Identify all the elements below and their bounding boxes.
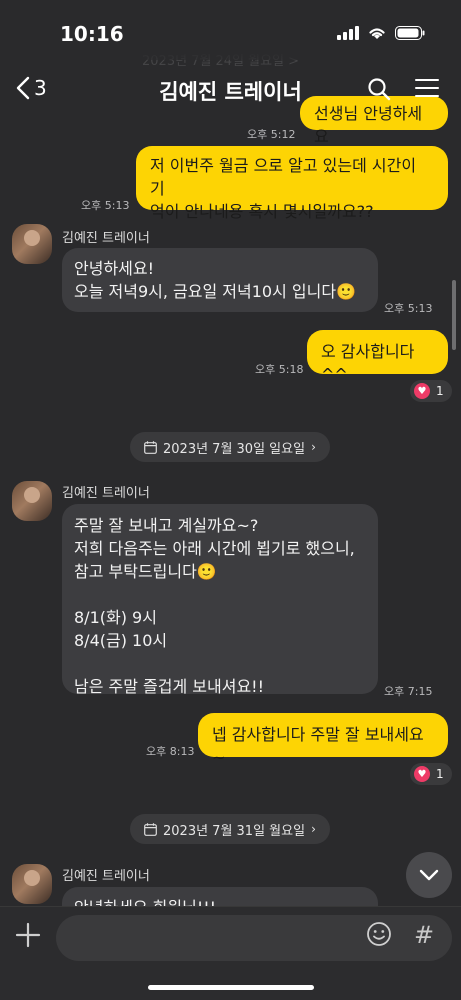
date-label: 2023년 7월 31일 월요일 bbox=[163, 823, 306, 839]
avatar[interactable] bbox=[12, 224, 52, 264]
message-time: 오후 5:18 bbox=[255, 363, 304, 376]
emoji-icon[interactable] bbox=[366, 921, 392, 947]
their-message-bubble[interactable]: 안녕하세요 회원님!!! bbox=[62, 887, 378, 906]
chat-header: 3 김예진 트레이너 bbox=[0, 60, 461, 118]
home-indicator bbox=[148, 985, 314, 990]
message-time: 오후 5:13 bbox=[384, 302, 433, 315]
date-divider[interactable]: 2023년 7월 30일 일요일 › bbox=[130, 432, 330, 462]
chevron-right-icon: › bbox=[311, 822, 316, 836]
sender-name: 김예진 트레이너 bbox=[62, 869, 150, 884]
status-bar: 10:16 bbox=[0, 0, 461, 60]
heart-icon: ♥ bbox=[414, 766, 430, 782]
my-message-bubble[interactable]: 넵 감사합니다 주말 잘 보내세요~ bbox=[198, 713, 448, 767]
status-time: 10:16 bbox=[60, 22, 124, 46]
their-message-bubble[interactable]: 주말 잘 보내고 계실까요~? 저희 다음주는 아래 시간에 뵙기로 했으니, … bbox=[62, 504, 378, 696]
message-input[interactable] bbox=[56, 915, 452, 961]
chevron-down-icon bbox=[419, 869, 439, 881]
battery-icon bbox=[395, 26, 425, 40]
message-text: 오 감사합니다^^ bbox=[321, 342, 415, 384]
calendar-icon bbox=[144, 440, 157, 454]
hamburger-menu-icon[interactable] bbox=[415, 79, 439, 97]
date-divider[interactable]: 2023년 7월 31일 월요일 › bbox=[130, 814, 330, 844]
hash-icon[interactable]: # bbox=[414, 921, 434, 949]
avatar[interactable] bbox=[12, 481, 52, 521]
reaction-count: 1 bbox=[436, 384, 444, 398]
message-text: 저 이번주 월금 으로 알고 있는데 시간이 기 억이 안나네용 혹시 몇시일까… bbox=[150, 156, 417, 221]
message-text: 주말 잘 보내고 계실까요~? 저희 다음주는 아래 시간에 뵙기로 했으니, … bbox=[74, 516, 355, 696]
my-message-bubble[interactable]: 오 감사합니다^^ bbox=[307, 330, 448, 384]
my-message-bubble[interactable]: 저 이번주 월금 으로 알고 있는데 시간이 기 억이 안나네용 혹시 몇시일까… bbox=[136, 146, 448, 221]
message-time: 오후 7:15 bbox=[384, 685, 433, 698]
avatar[interactable] bbox=[12, 864, 52, 904]
chevron-right-icon: › bbox=[311, 440, 316, 454]
sender-name: 김예진 트레이너 bbox=[62, 486, 150, 501]
reaction-badge[interactable]: ♥ 1 bbox=[410, 380, 452, 402]
message-text: 안녕하세요 회원님!!! bbox=[74, 898, 216, 906]
message-time: 오후 5:12 bbox=[247, 128, 296, 141]
scrollbar[interactable] bbox=[452, 280, 456, 350]
message-time: 오후 5:13 bbox=[81, 199, 130, 212]
their-message-bubble[interactable]: 안녕하세요! 오늘 저녁9시, 금요일 저녁10시 입니다🙂 bbox=[62, 248, 378, 312]
cellular-signal-icon bbox=[337, 26, 359, 40]
chat-title: 김예진 트레이너 bbox=[159, 80, 302, 104]
scroll-to-bottom-button[interactable] bbox=[406, 852, 452, 898]
plus-icon[interactable] bbox=[14, 921, 42, 949]
message-time: 오후 8:13 bbox=[146, 745, 195, 758]
sender-name: 김예진 트레이너 bbox=[62, 231, 150, 246]
message-text: 안녕하세요! 오늘 저녁9시, 금요일 저녁10시 입니다🙂 bbox=[74, 259, 356, 301]
date-label: 2023년 7월 30일 일요일 bbox=[163, 441, 306, 457]
message-text: 넵 감사합니다 주말 잘 보내세요~ bbox=[212, 725, 424, 767]
search-icon[interactable] bbox=[367, 77, 391, 101]
calendar-icon bbox=[144, 822, 157, 836]
reaction-badge[interactable]: ♥ 1 bbox=[410, 763, 452, 785]
wifi-icon bbox=[369, 28, 385, 39]
heart-icon: ♥ bbox=[414, 383, 430, 399]
reaction-count: 1 bbox=[436, 767, 444, 781]
chat-area[interactable]: 2023년 7월 24일 월요일 > 선생님 안녕하세요 10:16 3 김예진 bbox=[0, 0, 461, 906]
